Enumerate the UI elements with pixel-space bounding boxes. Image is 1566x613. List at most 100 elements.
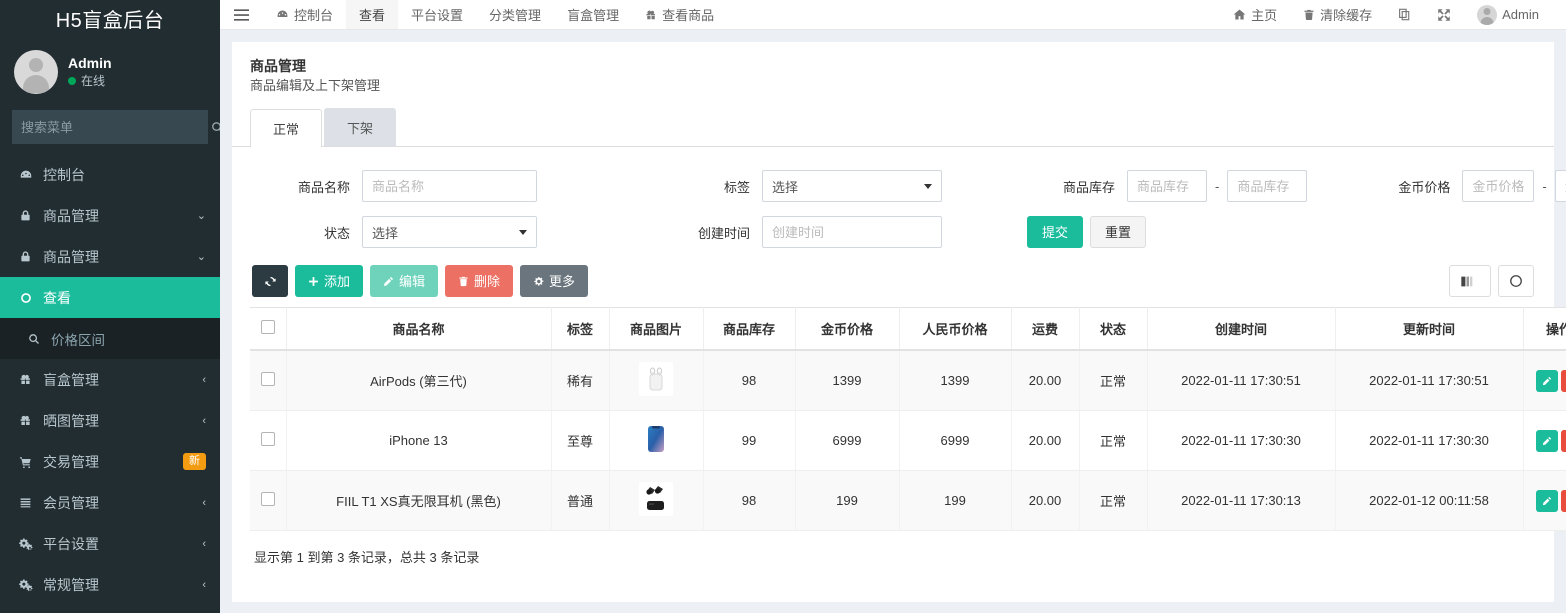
chevron-down-icon: ⌄ — [197, 250, 206, 263]
cell-image — [609, 411, 703, 471]
topnav-clear-cache-button[interactable]: 清除缓存 — [1290, 0, 1385, 29]
cell-status: 正常 — [1079, 350, 1147, 411]
trash-icon — [458, 276, 469, 287]
col-coin-price[interactable]: 金币价格 — [795, 308, 899, 351]
add-button-label: 添加 — [324, 275, 350, 288]
topnav-item-view[interactable]: 查看 — [346, 0, 398, 29]
col-image[interactable]: 商品图片 — [609, 308, 703, 351]
sidebar-item-trade-mgmt[interactable]: 交易管理 新 — [0, 441, 220, 482]
columns-icon — [1460, 275, 1474, 288]
topnav-item-platform-settings[interactable]: 平台设置 — [398, 0, 476, 29]
coin-price-min-input[interactable] — [1462, 170, 1534, 202]
row-select-cell — [250, 350, 286, 411]
sidebar-item-photo-mgmt[interactable]: 晒图管理 ‹ — [0, 400, 220, 441]
tab-normal[interactable]: 正常 — [250, 109, 322, 147]
row-delete-button[interactable] — [1561, 490, 1566, 512]
dashboard-icon — [276, 8, 289, 21]
row-checkbox[interactable] — [261, 432, 275, 446]
row-edit-button[interactable] — [1536, 370, 1558, 392]
create-time-input[interactable] — [762, 216, 942, 248]
stock-min-input[interactable] — [1127, 170, 1207, 202]
columns-toggle-button[interactable] — [1449, 265, 1491, 297]
sidebar-item-label: 交易管理 — [43, 452, 174, 472]
search-input[interactable] — [13, 120, 205, 135]
sidebar-item-blindbox-mgmt[interactable]: 盲盒管理 ‹ — [0, 359, 220, 400]
select-all-checkbox[interactable] — [261, 320, 275, 334]
fullscreen-toggle-button[interactable] — [1498, 265, 1534, 297]
chevron-left-icon: ‹ — [202, 374, 206, 386]
sidebar-item-dashboard[interactable]: 控制台 — [0, 154, 220, 195]
col-update-time[interactable]: 更新时间 — [1335, 308, 1523, 351]
add-button[interactable]: 添加 — [295, 265, 363, 297]
submit-button[interactable]: 提交 — [1027, 216, 1083, 248]
topnav-item-category-mgmt[interactable]: 分类管理 — [476, 0, 554, 29]
sidebar-item-product-mgmt-1[interactable]: 商品管理 ⌄ — [0, 195, 220, 236]
topnav-fullscreen-button[interactable] — [1424, 0, 1464, 29]
topnav-item-dashboard[interactable]: 控制台 — [263, 0, 346, 29]
col-status[interactable]: 状态 — [1079, 308, 1147, 351]
table-row[interactable]: iPhone 13 至尊 99 6999 6999 2 — [250, 411, 1566, 471]
row-edit-button[interactable] — [1536, 490, 1558, 512]
col-rmb-price[interactable]: 人民币价格 — [899, 308, 1011, 351]
hamburger-icon[interactable] — [220, 0, 263, 29]
row-delete-button[interactable] — [1561, 370, 1566, 392]
table-row[interactable]: FIIL T1 XS真无限耳机 (黑色) 普通 98 199 199 — [250, 471, 1566, 531]
row-delete-button[interactable] — [1561, 430, 1566, 452]
page-title: 商品管理 — [250, 56, 1536, 76]
filter-product-name: 商品名称 — [252, 170, 537, 202]
plus-icon — [308, 276, 319, 287]
tab-offshelf[interactable]: 下架 — [324, 108, 396, 146]
sidebar-item-member-mgmt[interactable]: 会员管理 ‹ — [0, 482, 220, 523]
filter-row-1: 商品名称 标签 选择 商品库存 — [252, 163, 1534, 209]
online-dot-icon — [68, 77, 76, 85]
status-select[interactable]: 选择 — [362, 216, 537, 248]
delete-button[interactable]: 删除 — [445, 265, 513, 297]
sidebar-item-product-mgmt-2[interactable]: 商品管理 ⌄ — [0, 236, 220, 277]
topnav-home-button[interactable]: 主页 — [1220, 0, 1290, 29]
status-select-value: 选择 — [372, 223, 398, 242]
product-name-input[interactable] — [362, 170, 537, 202]
more-button-label: 更多 — [549, 275, 575, 288]
search-icon[interactable] — [205, 111, 220, 143]
main-area: 控制台 查看 平台设置 分类管理 盲盒管理 查看商 — [220, 0, 1566, 613]
stock-max-input[interactable] — [1227, 170, 1307, 202]
table-row[interactable]: AirPods (第三代) 稀有 98 1399 1399 — [250, 350, 1566, 411]
gears-icon — [17, 537, 34, 551]
filter-label: 金币价格 — [1372, 177, 1462, 196]
sidebar-item-price-range[interactable]: 价格区间 — [0, 318, 220, 359]
col-stock[interactable]: 商品库存 — [703, 308, 795, 351]
coin-price-max-input[interactable] — [1555, 170, 1566, 202]
col-tag[interactable]: 标签 — [551, 308, 609, 351]
lock-icon — [17, 250, 34, 263]
sidebar-item-view[interactable]: 查看 — [0, 277, 220, 318]
topnav-item-blindbox-mgmt[interactable]: 盲盒管理 — [554, 0, 632, 29]
sidebar-item-platform-settings[interactable]: 平台设置 ‹ — [0, 523, 220, 564]
topnav-copy-button[interactable] — [1385, 0, 1424, 29]
reset-button[interactable]: 重置 — [1090, 216, 1146, 248]
row-checkbox[interactable] — [261, 492, 275, 506]
cell-name: iPhone 13 — [286, 411, 551, 471]
sidebar-item-general-mgmt[interactable]: 常规管理 ‹ — [0, 564, 220, 605]
row-checkbox[interactable] — [261, 372, 275, 386]
cell-shipping: 20.00 — [1011, 471, 1079, 531]
cell-create-time: 2022-01-11 17:30:30 — [1147, 411, 1335, 471]
status-badge: 新 — [183, 453, 206, 470]
row-edit-button[interactable] — [1536, 430, 1558, 452]
cell-rmb-price: 199 — [899, 471, 1011, 531]
tag-select[interactable]: 选择 — [762, 170, 942, 202]
col-name[interactable]: 商品名称 — [286, 308, 551, 351]
menu-search[interactable] — [12, 110, 208, 144]
more-button[interactable]: 更多 — [520, 265, 588, 297]
topnav-user-menu[interactable]: Admin — [1464, 0, 1552, 29]
col-shipping[interactable]: 运费 — [1011, 308, 1079, 351]
pencil-icon — [1542, 496, 1552, 506]
col-create-time[interactable]: 创建时间 — [1147, 308, 1335, 351]
refresh-button[interactable] — [252, 265, 288, 297]
chevron-down-icon — [924, 184, 932, 189]
filter-status: 状态 选择 — [252, 216, 537, 248]
cell-rmb-price: 1399 — [899, 350, 1011, 411]
cell-shipping: 20.00 — [1011, 350, 1079, 411]
edit-button[interactable]: 编辑 — [370, 265, 438, 297]
topnav-item-view-products[interactable]: 查看商品 — [632, 0, 727, 29]
pencil-icon — [383, 276, 394, 287]
